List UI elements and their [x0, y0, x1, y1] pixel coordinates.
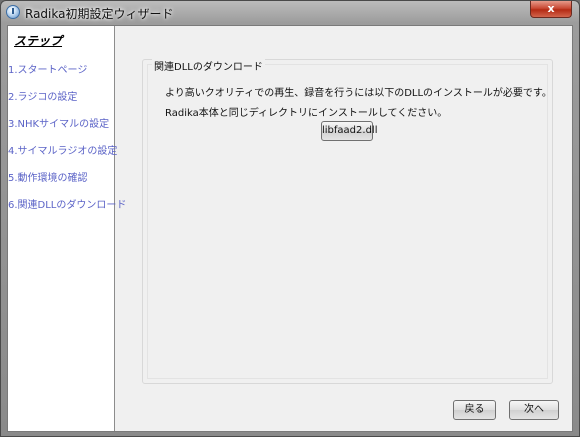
wizard-window: Radika初期設定ウィザード x ステップ 1.スタートページ 2.ラジコの設…: [0, 0, 580, 437]
step-environment-check: 5.動作環境の確認: [8, 173, 88, 184]
dll-download-group: 関連DLLのダウンロード より高いクオリティでの再生、録音を行うには以下のDLL…: [142, 58, 553, 384]
step-start-page: 1.スタートページ: [8, 65, 88, 76]
info-text-install-dir: Radika本体と同じディレクトリにインストールしてください。: [165, 108, 448, 119]
back-button[interactable]: 戻る: [453, 400, 496, 420]
steps-header: ステップ: [14, 34, 63, 48]
step-dll-download: 6.関連DLLのダウンロード: [8, 200, 127, 211]
group-title: 関連DLLのダウンロード: [152, 58, 265, 73]
title-bar[interactable]: Radika初期設定ウィザード x: [1, 1, 579, 23]
next-button[interactable]: 次へ: [509, 400, 559, 420]
step-nhk-simul-settings: 3.NHKサイマルの設定: [8, 119, 110, 130]
steps-sidebar: ステップ 1.スタートページ 2.ラジコの設定 3.NHKサイマルの設定 4.サ…: [8, 26, 126, 431]
libfaad2-download-button[interactable]: libfaad2.dll: [321, 121, 377, 141]
step-simul-radio-settings: 4.サイマルラジオの設定: [8, 146, 118, 157]
wizard-client: ステップ 1.スタートページ 2.ラジコの設定 3.NHKサイマルの設定 4.サ…: [7, 25, 573, 432]
info-text-quality: より高いクオリティでの再生、録音を行うには以下のDLLのインストールが必要です。: [165, 88, 552, 99]
app-icon: [6, 5, 20, 19]
step-radiko-settings: 2.ラジコの設定: [8, 92, 78, 103]
window-title: Radika初期設定ウィザード: [25, 7, 174, 21]
close-button[interactable]: x: [530, 1, 572, 18]
main-panel: 関連DLLのダウンロード より高いクオリティでの再生、録音を行うには以下のDLL…: [115, 26, 572, 431]
close-icon: x: [547, 2, 555, 15]
